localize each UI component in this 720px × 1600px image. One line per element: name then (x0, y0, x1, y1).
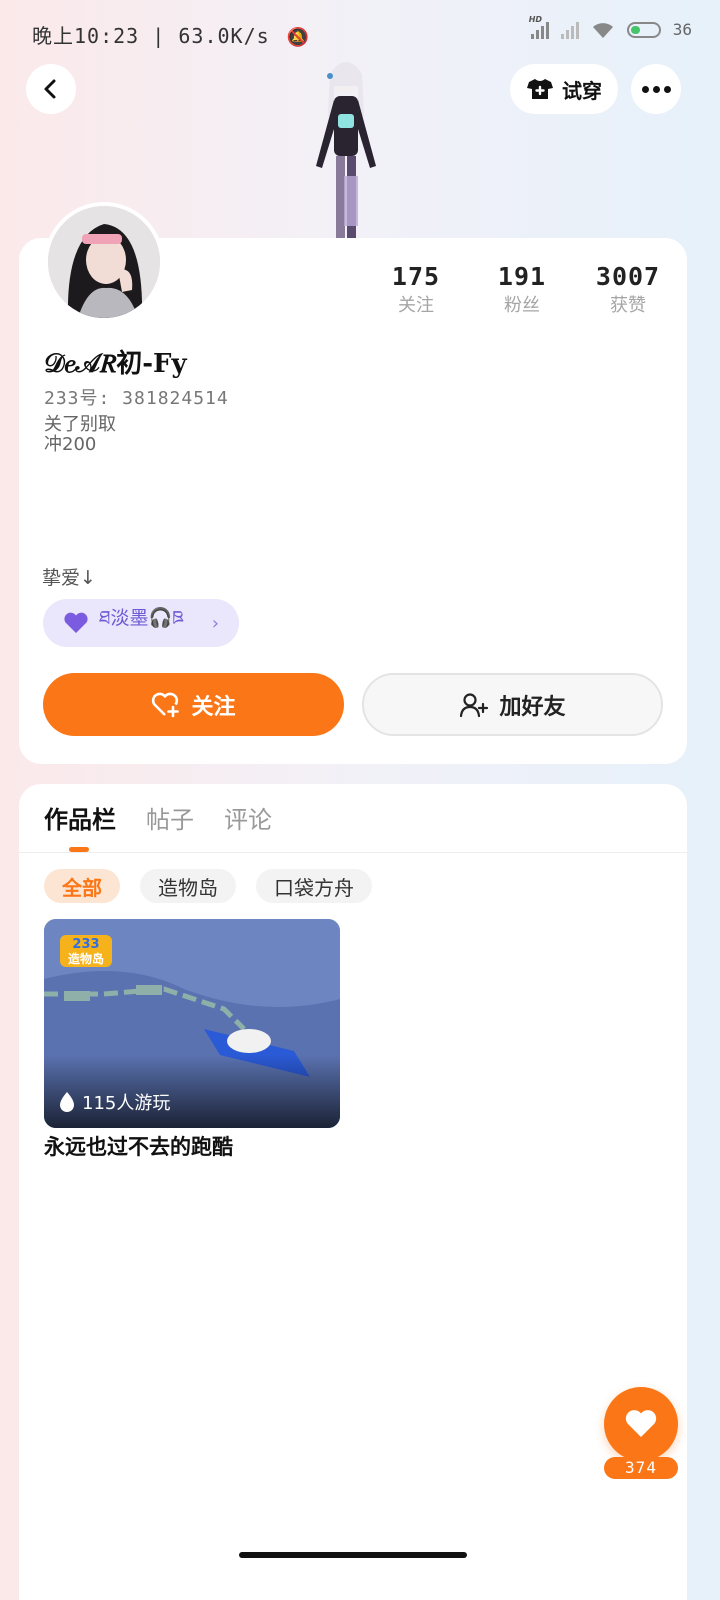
tab-posts[interactable]: 帖子 (146, 800, 194, 835)
heart-icon (64, 612, 88, 633)
stat-following[interactable]: 175 关注 (366, 262, 466, 317)
tab-comments[interactable]: 评论 (224, 800, 272, 835)
stat-followers-value: 191 (497, 262, 547, 291)
try-on-label: 试穿 (562, 78, 602, 103)
stat-following-value: 175 (391, 262, 441, 291)
game-plays-label: 115人游玩 (82, 1093, 171, 1114)
partner-name: ཐ淡墨🎧ཋ (99, 607, 184, 629)
home-indicator[interactable] (239, 1552, 467, 1558)
follow-button[interactable]: 关注 (43, 673, 344, 736)
game-title[interactable]: 永远也过不去的跑酷 (44, 1131, 233, 1161)
status-net-speed: 63.0K/s (178, 24, 270, 48)
profile-avatar[interactable] (44, 202, 164, 322)
heart-icon (625, 1410, 657, 1437)
try-on-button[interactable]: 试穿 (510, 64, 618, 114)
more-options-button[interactable] (631, 64, 681, 114)
filter-pocket-ark[interactable]: 口袋方舟 (256, 869, 372, 903)
stat-likes-label: 获赞 (610, 295, 646, 316)
add-user-icon (460, 692, 489, 717)
tab-works[interactable]: 作品栏 (44, 800, 116, 835)
status-left: 晚上10:23 | 63.0K/s 🔕 (32, 24, 311, 48)
love-label: 挚爱↓ (42, 567, 96, 589)
stat-likes[interactable]: 3007 获赞 (578, 262, 678, 317)
like-button[interactable] (604, 1387, 678, 1461)
user-bio: 关了别取 冲200 (44, 414, 116, 455)
game-badge-number: 233 (72, 937, 99, 952)
partner-chip[interactable]: ཐ淡墨🎧ཋ › (43, 599, 239, 647)
add-friend-label: 加好友 (499, 694, 566, 720)
works-filters: 全部 造物岛 口袋方舟 (44, 869, 372, 903)
avatar-photo-image (48, 206, 160, 318)
stat-followers-label: 粉丝 (504, 295, 540, 316)
signal-hd-icon: HD (529, 15, 549, 39)
add-friend-button[interactable]: 加好友 (362, 673, 663, 736)
flame-icon (60, 1092, 74, 1112)
status-bar: 晚上10:23 | 63.0K/s 🔕 HD 36 (0, 0, 720, 64)
bell-muted-icon: 🔕 (286, 27, 311, 48)
more-dot-icon (641, 85, 649, 93)
heart-plus-icon (152, 692, 180, 717)
chevron-left-icon (44, 79, 56, 99)
works-card (19, 784, 687, 1600)
status-time: 晚上10:23 (32, 24, 140, 48)
user-id[interactable]: 233号: 381824514 (44, 384, 229, 410)
battery-level: 36 (672, 20, 692, 39)
battery-icon (626, 21, 661, 38)
profile-tabs: 作品栏 帖子 评论 (44, 800, 272, 835)
stat-following-label: 关注 (398, 295, 434, 316)
chevron-right-icon: › (211, 612, 219, 634)
follow-label: 关注 (191, 694, 236, 720)
game-badge-text: 造物岛 (68, 951, 104, 966)
character-avatar-image[interactable] (300, 56, 392, 240)
username: 𝒟𝑒𝒜𝑅初-Fy (44, 349, 187, 379)
more-dot-icon (663, 85, 671, 93)
wifi-icon (592, 22, 613, 38)
more-dot-icon (652, 85, 660, 93)
signal-icon (560, 21, 579, 39)
battery-fill (630, 25, 641, 34)
filter-all[interactable]: 全部 (44, 869, 120, 903)
stat-followers[interactable]: 191 粉丝 (472, 262, 572, 317)
game-card-thumbnail[interactable]: 233 造物岛 115人游玩 (44, 919, 340, 1128)
game-plays: 115人游玩 (58, 1089, 170, 1115)
tabs-divider (19, 852, 687, 853)
filter-creation-island[interactable]: 造物岛 (140, 869, 236, 903)
back-button[interactable] (26, 64, 76, 114)
status-right: HD 36 (529, 15, 692, 40)
like-count: 374 (604, 1457, 678, 1479)
tshirt-icon (527, 79, 553, 99)
stat-likes-value: 3007 (595, 262, 661, 291)
